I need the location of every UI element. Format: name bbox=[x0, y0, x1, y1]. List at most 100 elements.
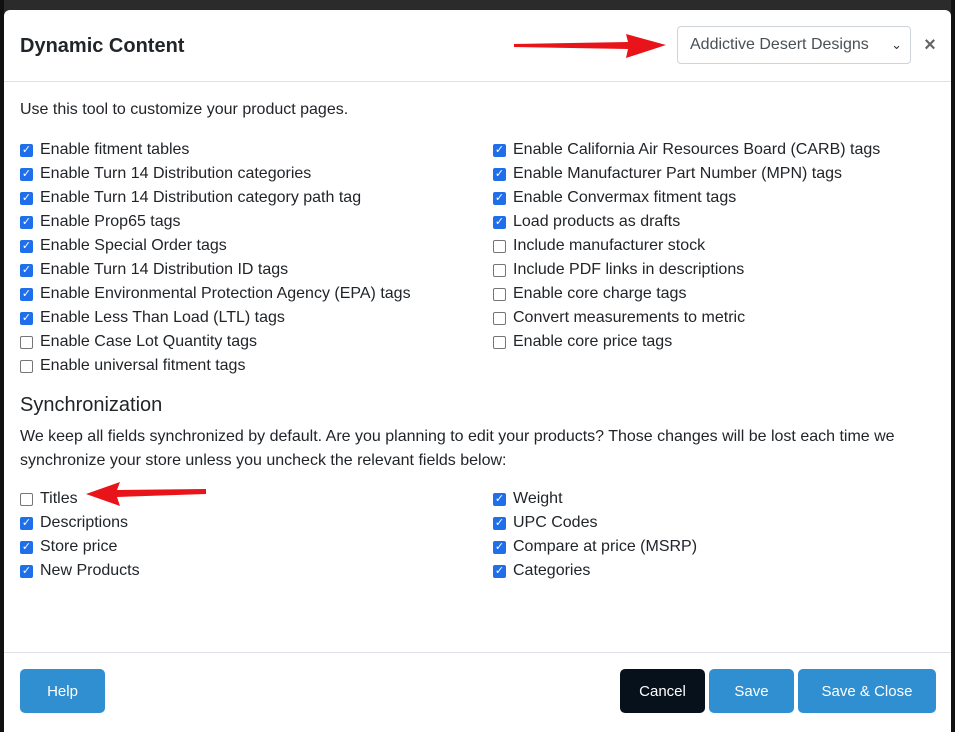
vendor-select[interactable]: Addictive Desert Designs ⌄ bbox=[677, 26, 911, 64]
checkbox-row[interactable]: ✓ Store price bbox=[20, 535, 140, 559]
checkbox-row[interactable]: ✓ Compare at price (MSRP) bbox=[493, 535, 697, 559]
checkbox-checked[interactable]: ✓ bbox=[20, 263, 33, 277]
checkbox-row[interactable]: ✓ Load products as drafts bbox=[493, 210, 880, 234]
checkmark-icon: ✓ bbox=[494, 564, 505, 577]
checkbox-row[interactable]: ✓ Enable Turn 14 Distribution category pa… bbox=[20, 186, 411, 210]
checkbox-label: Categories bbox=[513, 562, 591, 579]
checkmark-icon: ✓ bbox=[21, 516, 32, 529]
checkbox-label: Enable universal fitment tags bbox=[40, 357, 246, 374]
checkbox-unchecked[interactable] bbox=[20, 359, 33, 373]
checkbox-label: Include PDF links in descriptions bbox=[513, 261, 745, 278]
checkmark-icon: ✓ bbox=[494, 191, 505, 204]
checkbox-row[interactable]: ✓ Categories bbox=[493, 559, 697, 583]
checkbox-checked[interactable]: ✓ bbox=[493, 215, 506, 229]
checkbox-checked[interactable]: ✓ bbox=[493, 516, 506, 530]
checkbox-label: Enable Special Order tags bbox=[40, 237, 227, 254]
checkbox-unchecked[interactable] bbox=[493, 335, 506, 349]
intro-text: Use this tool to customize your product … bbox=[20, 101, 349, 118]
checkbox-label: UPC Codes bbox=[513, 514, 598, 531]
checkmark-icon: ✓ bbox=[21, 167, 32, 180]
checkbox-label: Enable core price tags bbox=[513, 333, 673, 350]
checkbox-row[interactable]: ✓ Weight bbox=[493, 487, 697, 511]
checkbox-checked[interactable]: ✓ bbox=[20, 540, 33, 554]
checkbox-label: Enable Turn 14 Distribution category pat… bbox=[40, 189, 362, 206]
checkbox-checked[interactable]: ✓ bbox=[20, 311, 33, 325]
dynamic-content-modal: Dynamic Content Addictive Desert Designs… bbox=[4, 10, 951, 732]
checkbox-label: Load products as drafts bbox=[513, 213, 681, 230]
checkmark-icon: ✓ bbox=[21, 311, 32, 324]
checkbox-row[interactable]: ✓ Descriptions bbox=[20, 511, 140, 535]
checkmark-icon: ✓ bbox=[21, 263, 32, 276]
checkbox-row[interactable]: Convert measurements to metric bbox=[493, 306, 880, 330]
checkbox-checked[interactable]: ✓ bbox=[493, 492, 506, 506]
checkbox-row[interactable]: ✓ Enable Turn 14 Distribution ID tags bbox=[20, 258, 411, 282]
checkbox-row[interactable]: Enable Case Lot Quantity tags bbox=[20, 330, 411, 354]
cancel-button[interactable]: Cancel bbox=[620, 669, 705, 713]
checkbox-row[interactable]: ✓ Enable Prop65 tags bbox=[20, 210, 411, 234]
checkbox-checked[interactable]: ✓ bbox=[493, 143, 506, 157]
checkbox-row[interactable]: ✓ Enable Less Than Load (LTL) tags bbox=[20, 306, 411, 330]
checkbox-unchecked[interactable] bbox=[493, 239, 506, 253]
checkmark-icon: ✓ bbox=[21, 215, 32, 228]
checkbox-row[interactable]: ✓ Enable California Air Resources Board (… bbox=[493, 138, 880, 162]
checkbox-row[interactable]: Enable core price tags bbox=[493, 330, 880, 354]
checkbox-label: Enable Less Than Load (LTL) tags bbox=[40, 309, 285, 326]
checkbox-checked[interactable]: ✓ bbox=[20, 564, 33, 578]
modal-body: Use this tool to customize your product … bbox=[4, 82, 951, 652]
checkmark-icon: ✓ bbox=[494, 540, 505, 553]
checkbox-checked[interactable]: ✓ bbox=[493, 540, 506, 554]
checkbox-row[interactable]: ✓ Enable Turn 14 Distribution categories bbox=[20, 162, 411, 186]
checkbox-unchecked[interactable] bbox=[20, 335, 33, 349]
sync-section-title: Synchronization bbox=[20, 394, 163, 416]
checkbox-checked[interactable]: ✓ bbox=[20, 516, 33, 530]
checkbox-label: Include manufacturer stock bbox=[513, 237, 706, 254]
checkbox-row[interactable]: ✓ Enable Convermax fitment tags bbox=[493, 186, 880, 210]
checkbox-unchecked[interactable] bbox=[493, 263, 506, 277]
save-close-button[interactable]: Save & Close bbox=[798, 669, 936, 713]
checkbox-unchecked[interactable] bbox=[493, 287, 506, 301]
checkbox-unchecked[interactable] bbox=[493, 311, 506, 325]
checkbox-checked[interactable]: ✓ bbox=[20, 167, 33, 181]
checkbox-label: Enable Environmental Protection Agency (… bbox=[40, 285, 411, 302]
checkbox-row[interactable]: ✓ UPC Codes bbox=[493, 511, 697, 535]
checkbox-checked[interactable]: ✓ bbox=[493, 167, 506, 181]
checkbox-row[interactable]: ✓ Enable fitment tables bbox=[20, 138, 411, 162]
checkmark-icon: ✓ bbox=[21, 564, 32, 577]
checkbox-checked[interactable]: ✓ bbox=[493, 191, 506, 205]
checkbox-row[interactable]: Enable universal fitment tags bbox=[20, 354, 411, 378]
close-icon[interactable]: × bbox=[922, 34, 938, 56]
checkbox-row[interactable]: Enable core charge tags bbox=[493, 282, 880, 306]
checkmark-icon: ✓ bbox=[494, 167, 505, 180]
checkbox-label: Enable Turn 14 Distribution categories bbox=[40, 165, 312, 182]
checkbox-label: Compare at price (MSRP) bbox=[513, 538, 698, 555]
checkmark-icon: ✓ bbox=[494, 516, 505, 529]
checkbox-row[interactable]: ✓ Enable Special Order tags bbox=[20, 234, 411, 258]
backdrop-right bbox=[951, 0, 955, 732]
checkmark-icon: ✓ bbox=[21, 143, 32, 156]
checkbox-checked[interactable]: ✓ bbox=[20, 191, 33, 205]
checkmark-icon: ✓ bbox=[494, 492, 505, 505]
checkbox-checked[interactable]: ✓ bbox=[20, 143, 33, 157]
checkbox-row[interactable]: ✓ New Products bbox=[20, 559, 140, 583]
options-left-column: ✓ Enable fitment tables ✓ Enable Turn 14 Di… bbox=[20, 138, 411, 378]
annotation-arrow-icon bbox=[514, 34, 666, 58]
annotation-arrow-icon bbox=[86, 482, 206, 506]
checkbox-label: Store price bbox=[40, 538, 118, 555]
checkbox-checked[interactable]: ✓ bbox=[20, 287, 33, 301]
checkmark-icon: ✓ bbox=[21, 191, 32, 204]
checkbox-checked[interactable]: ✓ bbox=[20, 239, 33, 253]
checkbox-row[interactable]: Include manufacturer stock bbox=[493, 234, 880, 258]
checkbox-row[interactable]: ✓ Enable Environmental Protection Agency … bbox=[20, 282, 411, 306]
vendor-select-value: Addictive Desert Designs bbox=[690, 36, 869, 53]
save-button[interactable]: Save bbox=[709, 669, 794, 713]
checkbox-checked[interactable]: ✓ bbox=[20, 215, 33, 229]
checkbox-checked[interactable]: ✓ bbox=[493, 564, 506, 578]
checkmark-icon: ✓ bbox=[494, 143, 505, 156]
help-button[interactable]: Help bbox=[20, 669, 105, 713]
checkbox-row[interactable]: Include PDF links in descriptions bbox=[493, 258, 880, 282]
checkbox-label: Enable Turn 14 Distribution ID tags bbox=[40, 261, 289, 278]
checkbox-unchecked[interactable] bbox=[20, 492, 33, 506]
checkbox-row[interactable]: ✓ Enable Manufacturer Part Number (MPN) t… bbox=[493, 162, 880, 186]
checkbox-label: Enable core charge tags bbox=[513, 285, 687, 302]
checkbox-label: Convert measurements to metric bbox=[513, 309, 746, 326]
